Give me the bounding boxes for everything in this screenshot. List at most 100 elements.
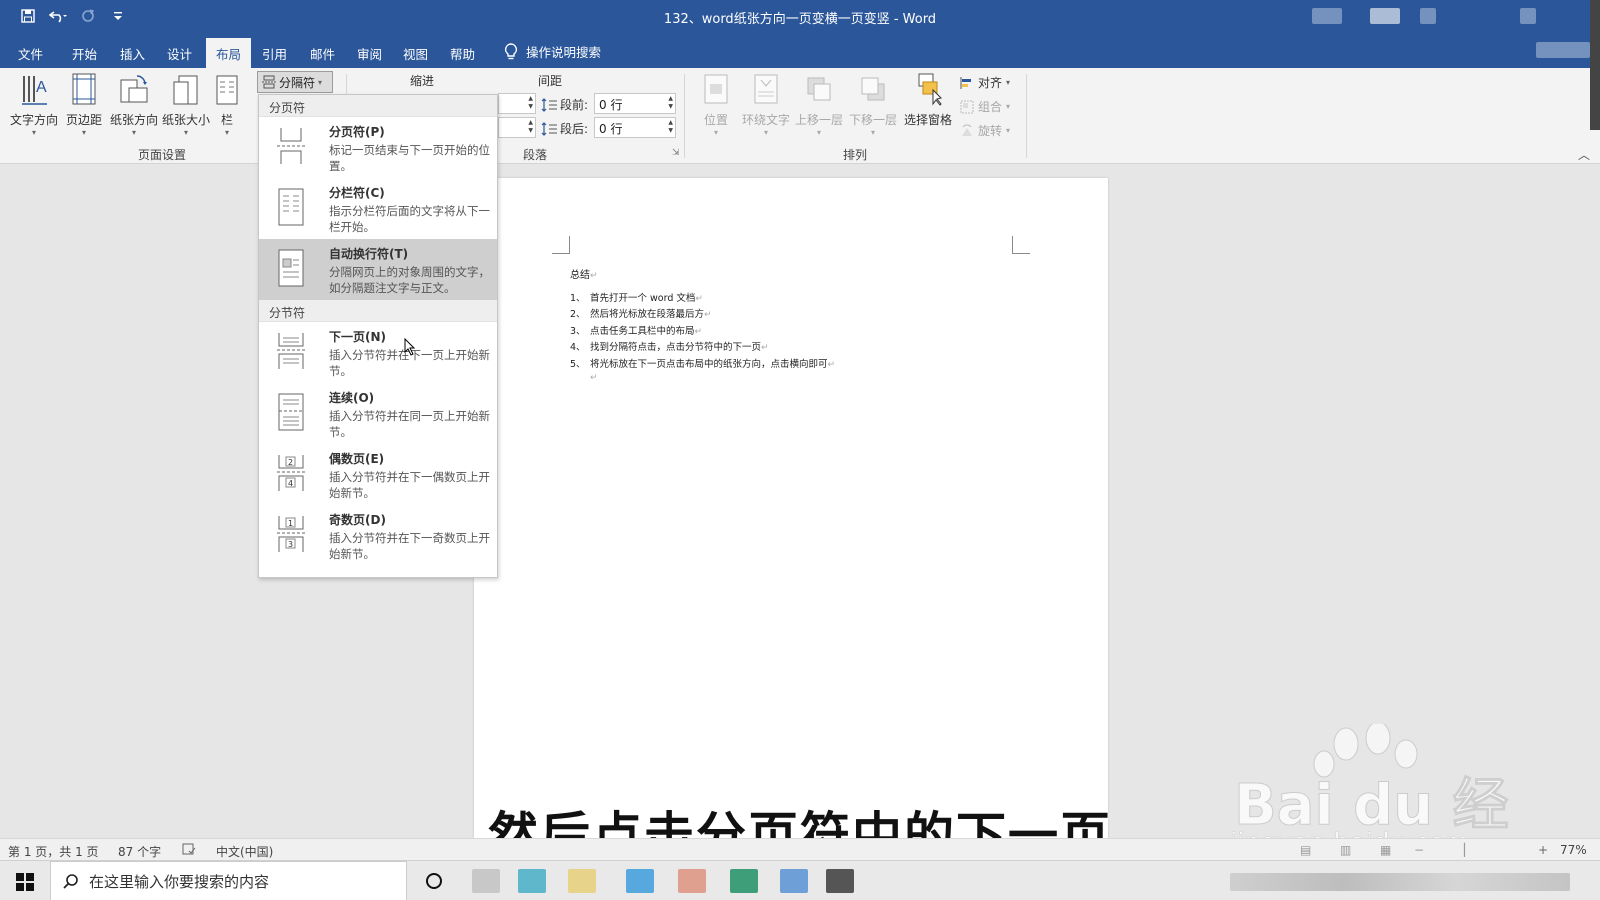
- arrange-group-label: 排列: [843, 148, 868, 162]
- taskbar-app-icon[interactable]: [730, 869, 758, 893]
- word-count[interactable]: 87 个字: [118, 843, 161, 860]
- mouse-cursor-icon: [404, 338, 416, 356]
- account-blur: [1312, 8, 1342, 24]
- tab-insert[interactable]: 插入: [110, 40, 155, 68]
- continuous-break-item[interactable]: 连续(O) 插入分节符并在同一页上开始新节。: [259, 383, 497, 444]
- margins-button[interactable]: 页边距 ▾: [58, 72, 110, 137]
- read-mode-icon[interactable]: ▤: [1300, 843, 1311, 857]
- zoom-out-icon[interactable]: −: [1414, 843, 1424, 857]
- column-break-title: 分栏符(C): [329, 186, 385, 200]
- tab-view[interactable]: 视图: [393, 40, 438, 68]
- ribbon-options-blur[interactable]: [1370, 8, 1400, 24]
- share-blur[interactable]: [1536, 42, 1590, 58]
- bring-forward-label: 上移一层: [794, 113, 843, 127]
- minimize-blur[interactable]: [1420, 8, 1436, 24]
- taskbar-search-box[interactable]: 在这里输入你要搜索的内容: [50, 861, 407, 900]
- language-indicator[interactable]: 中文(中国): [216, 843, 273, 860]
- list-number: 3、: [570, 325, 586, 337]
- space-after-input[interactable]: 0 行 ▲ ▼: [594, 117, 676, 138]
- space-before-input[interactable]: 0 行 ▲ ▼: [594, 93, 676, 114]
- tab-review[interactable]: 审阅: [347, 40, 392, 68]
- taskbar-app-icon[interactable]: [780, 869, 808, 893]
- tab-layout[interactable]: 布局: [206, 38, 252, 68]
- windows-start-icon[interactable]: [16, 873, 34, 894]
- tab-help[interactable]: 帮助: [440, 40, 485, 68]
- indent-right-input[interactable]: ▲ ▼: [498, 117, 536, 138]
- close-blur[interactable]: [1520, 8, 1536, 24]
- zoom-slider-thumb[interactable]: ▏: [1464, 843, 1473, 857]
- breaks-button[interactable]: 分隔符 ▾: [257, 71, 333, 93]
- odd-page-break-item[interactable]: 13 奇数页(D) 插入分节符并在下一奇数页上开始新节。: [259, 505, 497, 566]
- zoom-in-icon[interactable]: +: [1538, 843, 1548, 857]
- taskbar-app-icon[interactable]: [626, 869, 654, 893]
- size-button[interactable]: 纸张大小 ▾: [160, 72, 212, 137]
- rotate-button[interactable]: 旋转 ▾: [960, 122, 1010, 139]
- text-direction-icon: A: [22, 76, 47, 105]
- size-icon: [173, 75, 198, 105]
- cortana-icon[interactable]: [424, 871, 444, 894]
- taskbar-app-icon[interactable]: [568, 869, 596, 893]
- page-setup-group-label: 页面设置: [138, 148, 187, 162]
- tell-me-search[interactable]: 操作说明搜索: [504, 42, 601, 61]
- next-page-break-item[interactable]: 下一页(N) 插入分节符并在下一页上开始新节。: [259, 322, 497, 383]
- orientation-button[interactable]: 纸张方向 ▾: [108, 72, 160, 137]
- search-placeholder: 在这里输入你要搜索的内容: [89, 872, 270, 891]
- document-heading: 总结↵: [570, 270, 598, 281]
- list-text: 将光标放在下一页点击布局中的纸张方向，点击横向即可: [590, 358, 828, 370]
- tab-home[interactable]: 开始: [62, 40, 107, 68]
- rotate-icon: [962, 124, 972, 136]
- document-list: 1、 首先打开一个 word 文档↵ 2、 然后将光标放在段落最后方↵ 3、 点击任务…: [570, 290, 835, 388]
- svg-text:1: 1: [288, 519, 293, 528]
- odd-page-break-desc: 插入分节符并在下一奇数页上开始新节。: [329, 531, 490, 561]
- column-break-item[interactable]: 分栏符(C) 指示分栏符后面的文字将从下一栏开始。: [259, 178, 497, 239]
- even-page-break-item[interactable]: 24 偶数页(E) 插入分节符并在下一偶数页上开始新节。: [259, 444, 497, 505]
- status-bar: 第 1 页，共 1 页 87 个字 中文(中国) ▤ ▥ ▦ − ▏ + 77%: [0, 838, 1600, 860]
- column-break-icon: [278, 188, 304, 226]
- collapse-ribbon-icon[interactable]: ︿: [1578, 146, 1590, 163]
- tab-design[interactable]: 设计: [157, 40, 202, 68]
- text-wrapping-break-item[interactable]: 自动换行符(T) 分隔网页上的对象周围的文字，如分隔题注文字与正文。: [259, 239, 497, 300]
- margins-label: 页边距: [65, 113, 102, 127]
- paragraph-dialog-launcher[interactable]: ⇲: [672, 148, 680, 158]
- position-button[interactable]: 位置 ▾: [690, 72, 742, 137]
- taskbar-app-icon[interactable]: [472, 869, 500, 893]
- tab-mailings[interactable]: 邮件: [300, 40, 345, 68]
- align-button[interactable]: 对齐 ▾: [960, 74, 1010, 91]
- print-layout-icon[interactable]: ▥: [1340, 843, 1351, 857]
- page-break-item[interactable]: 分页符(P) 标记一页结束与下一页开始的位置。: [259, 117, 497, 178]
- document-page[interactable]: 总结↵ 1、 首先打开一个 word 文档↵ 2、 然后将光标放在段落最后方↵ 3、…: [474, 178, 1108, 838]
- wrap-text-label: 环绕文字: [741, 113, 790, 127]
- margin-corner-top-right: [1012, 236, 1030, 254]
- group-objects-button[interactable]: 组合 ▾: [960, 98, 1010, 115]
- size-label: 纸张大小: [161, 113, 210, 127]
- space-after-value: 0 行: [599, 122, 623, 136]
- group-objects-label: 组合: [978, 100, 1003, 114]
- wrap-text-button[interactable]: 环绕文字 ▾: [738, 72, 794, 137]
- space-after-label: 段后:: [560, 122, 589, 136]
- group-objects-icon: [960, 100, 974, 113]
- even-page-break-title: 偶数页(E): [329, 452, 385, 466]
- text-direction-button[interactable]: A 文字方向 ▾: [8, 72, 60, 137]
- page-break-icon: [277, 128, 305, 164]
- bring-forward-button[interactable]: 上移一层 ▾: [792, 72, 846, 137]
- taskbar-app-icon[interactable]: [826, 869, 854, 893]
- selection-pane-button[interactable]: 选择窗格: [900, 72, 956, 128]
- indent-left-input[interactable]: ▲ ▼: [498, 93, 536, 114]
- send-backward-button[interactable]: 下移一层 ▾: [846, 72, 900, 137]
- selection-pane-label: 选择窗格: [903, 113, 952, 127]
- wrap-text-icon: [754, 74, 778, 104]
- taskbar-app-icon[interactable]: [518, 869, 546, 893]
- list-number: 5、: [570, 358, 586, 370]
- space-before-value: 0 行: [599, 98, 623, 112]
- zoom-level[interactable]: 77%: [1560, 843, 1587, 857]
- page-count[interactable]: 第 1 页，共 1 页: [8, 843, 99, 860]
- taskbar-app-icon[interactable]: [678, 869, 706, 893]
- columns-button[interactable]: 栏 ▾: [210, 72, 244, 137]
- tab-references[interactable]: 引用: [252, 40, 297, 68]
- window-scrollbar[interactable]: [1590, 0, 1600, 130]
- system-tray-blur[interactable]: [1230, 873, 1570, 891]
- tab-file[interactable]: 文件: [8, 40, 53, 68]
- web-layout-icon[interactable]: ▦: [1380, 843, 1391, 857]
- list-text: 首先打开一个 word 文档: [590, 293, 696, 304]
- proofing-icon[interactable]: [182, 843, 196, 858]
